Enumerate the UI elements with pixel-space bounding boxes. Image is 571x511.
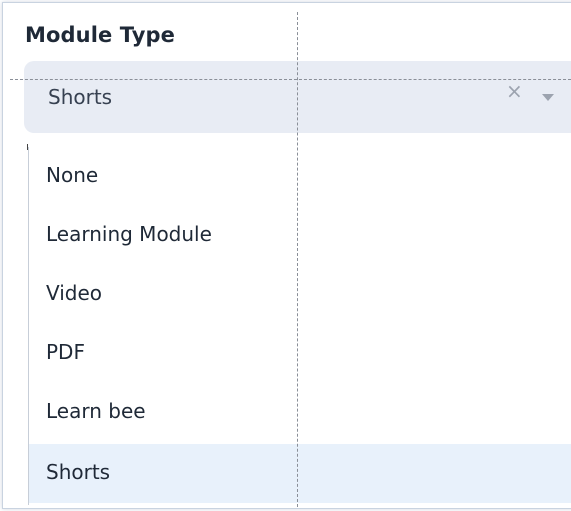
option-learning-module[interactable]: Learning Module — [29, 206, 571, 265]
vertical-guide-line — [297, 12, 298, 507]
close-icon[interactable]: × — [506, 81, 523, 101]
option-learn-bee[interactable]: Learn bee — [29, 383, 571, 442]
dropdown-edge-tick — [27, 144, 28, 150]
chevron-down-icon[interactable] — [542, 94, 554, 101]
option-none[interactable]: None — [29, 147, 571, 206]
option-shorts[interactable]: Shorts — [29, 444, 571, 503]
option-label: Learning Module — [46, 222, 212, 246]
option-label: Video — [46, 281, 103, 305]
horizontal-guide-line — [10, 79, 571, 80]
option-label: Learn bee — [46, 399, 146, 423]
option-label: None — [46, 163, 99, 187]
module-type-dropdown: None Learning Module Video PDF Learn bee… — [28, 147, 571, 505]
option-pdf[interactable]: PDF — [29, 324, 571, 383]
selected-value: Shorts — [48, 85, 113, 109]
option-label: Shorts — [46, 460, 111, 484]
module-type-label: Module Type — [25, 23, 175, 47]
option-label: PDF — [46, 340, 85, 364]
option-video[interactable]: Video — [29, 265, 571, 324]
